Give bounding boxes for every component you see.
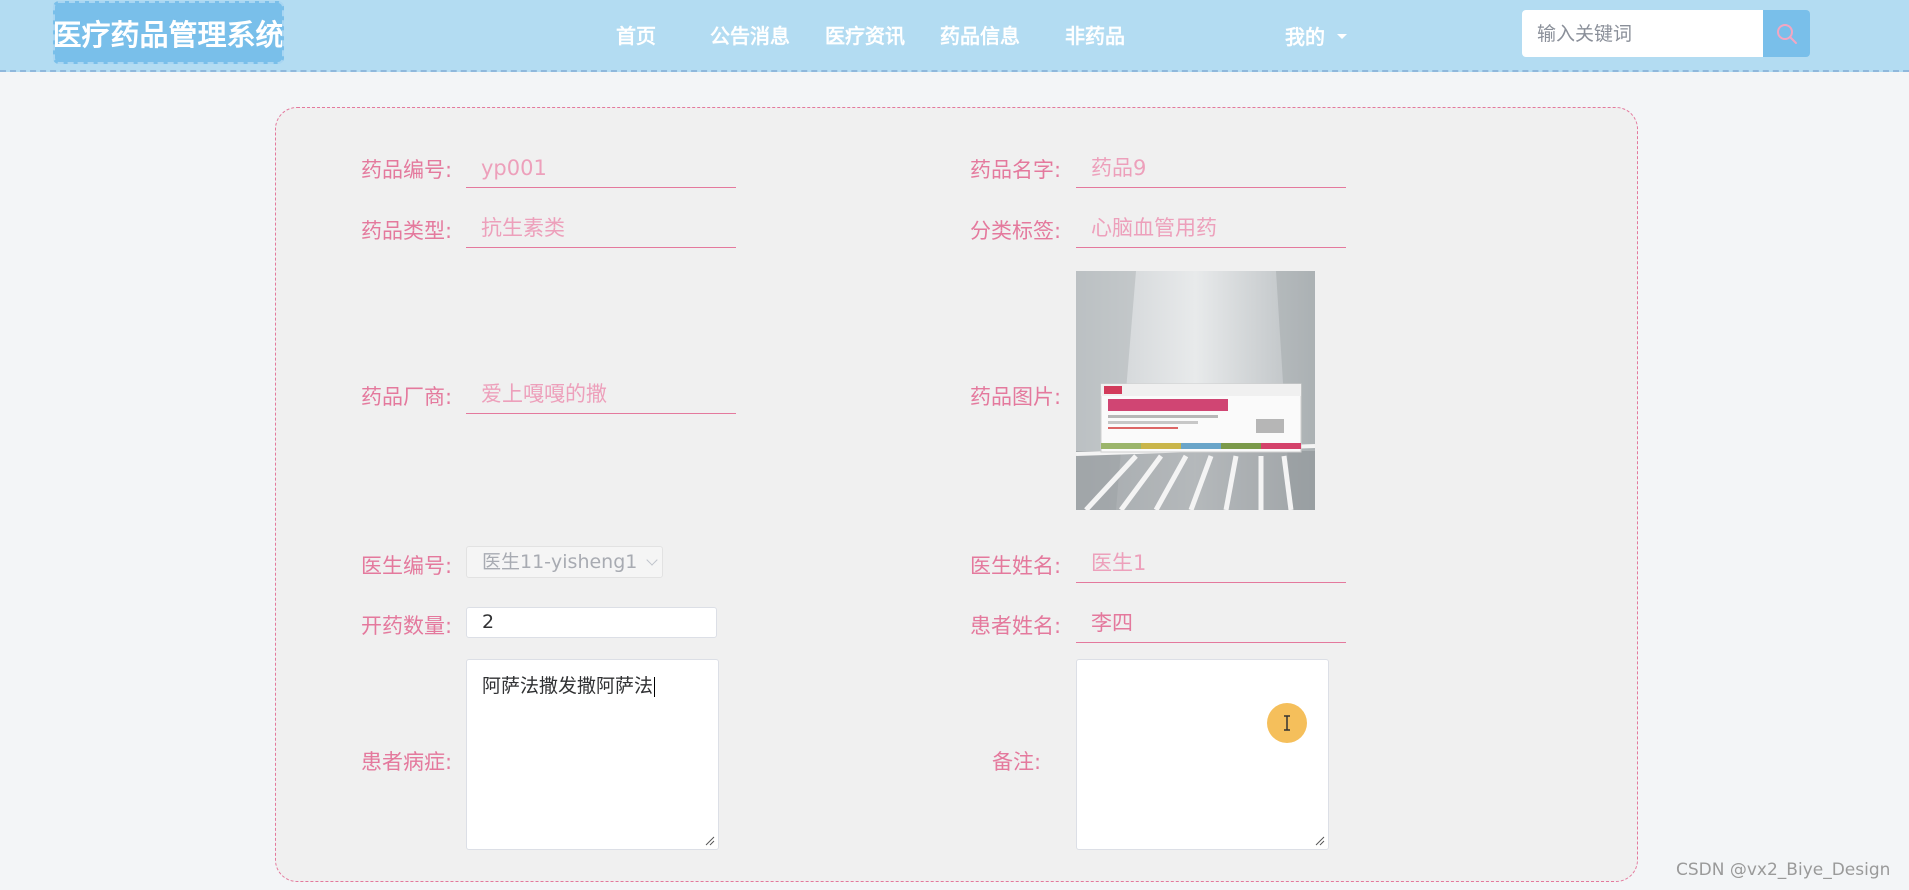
nav-item-medical-news[interactable]: 医疗资讯 [825, 20, 905, 50]
nav-item-drug-info[interactable]: 药品信息 [940, 20, 1020, 50]
nav-item-non-drug[interactable]: 非药品 [1065, 20, 1125, 50]
chevron-down-icon [1337, 33, 1347, 39]
doctor-name-field[interactable]: 医生1 [1076, 545, 1346, 583]
category-tag-label: 分类标签: [970, 219, 1062, 243]
symptoms-text: 阿萨法撒发撒阿萨法 [482, 675, 654, 697]
mouse-cursor-indicator [1267, 703, 1307, 743]
drug-name-field[interactable]: 药品9 [1076, 150, 1346, 188]
watermark-text: CSDN @vx2_Biye_Design [1676, 860, 1891, 880]
nav-item-home[interactable]: 首页 [616, 20, 656, 50]
drug-code-label: 药品编号: [361, 158, 453, 182]
quantity-label: 开药数量: [361, 614, 453, 638]
search-button[interactable] [1763, 10, 1810, 57]
drug-image[interactable] [1076, 271, 1315, 510]
top-nav-bar: 医疗药品管理系统 首页 公告消息 医疗资讯 药品信息 非药品 我的 [0, 0, 1909, 72]
nav-my-dropdown[interactable]: 我的 [1285, 20, 1347, 50]
app-logo-title[interactable]: 医疗药品管理系统 [53, 1, 284, 64]
category-tag-field[interactable]: 心脑血管用药 [1076, 210, 1346, 248]
manufacturer-label: 药品厂商: [361, 385, 453, 409]
search-input[interactable] [1522, 10, 1763, 57]
symptoms-textarea[interactable]: 阿萨法撒发撒阿萨法 [466, 659, 719, 850]
search-icon [1776, 23, 1797, 44]
manufacturer-field[interactable]: 爱上嘎嘎的撒 [466, 376, 736, 414]
drug-type-field[interactable]: 抗生素类 [466, 210, 736, 248]
nav-item-announcements[interactable]: 公告消息 [710, 20, 790, 50]
patient-name-field[interactable]: 李四 [1076, 605, 1346, 643]
doctor-id-select[interactable]: 医生11-yisheng1 [466, 546, 663, 578]
drug-type-label: 药品类型: [361, 219, 453, 243]
drug-name-label: 药品名字: [970, 158, 1062, 182]
resize-handle-icon[interactable] [705, 836, 715, 846]
doctor-id-selected: 医生11-yisheng1 [482, 551, 638, 573]
drug-box-photo [1076, 271, 1315, 510]
drug-code-field[interactable]: yp001 [466, 150, 736, 188]
resize-handle-icon[interactable] [1315, 836, 1325, 846]
doctor-name-label: 医生姓名: [970, 554, 1062, 578]
chevron-down-icon [646, 554, 658, 566]
text-cursor-icon [1284, 715, 1290, 731]
remarks-label: 备注: [992, 750, 1042, 774]
symptoms-label: 患者病症: [361, 750, 453, 774]
remarks-textarea[interactable] [1076, 659, 1329, 850]
patient-name-label: 患者姓名: [970, 614, 1062, 638]
nav-my-label: 我的 [1285, 24, 1325, 49]
drug-image-label: 药品图片: [970, 385, 1062, 409]
search-box [1522, 10, 1810, 57]
text-cursor [654, 676, 656, 697]
doctor-id-label: 医生编号: [361, 554, 453, 578]
quantity-input[interactable]: 2 [466, 607, 717, 638]
